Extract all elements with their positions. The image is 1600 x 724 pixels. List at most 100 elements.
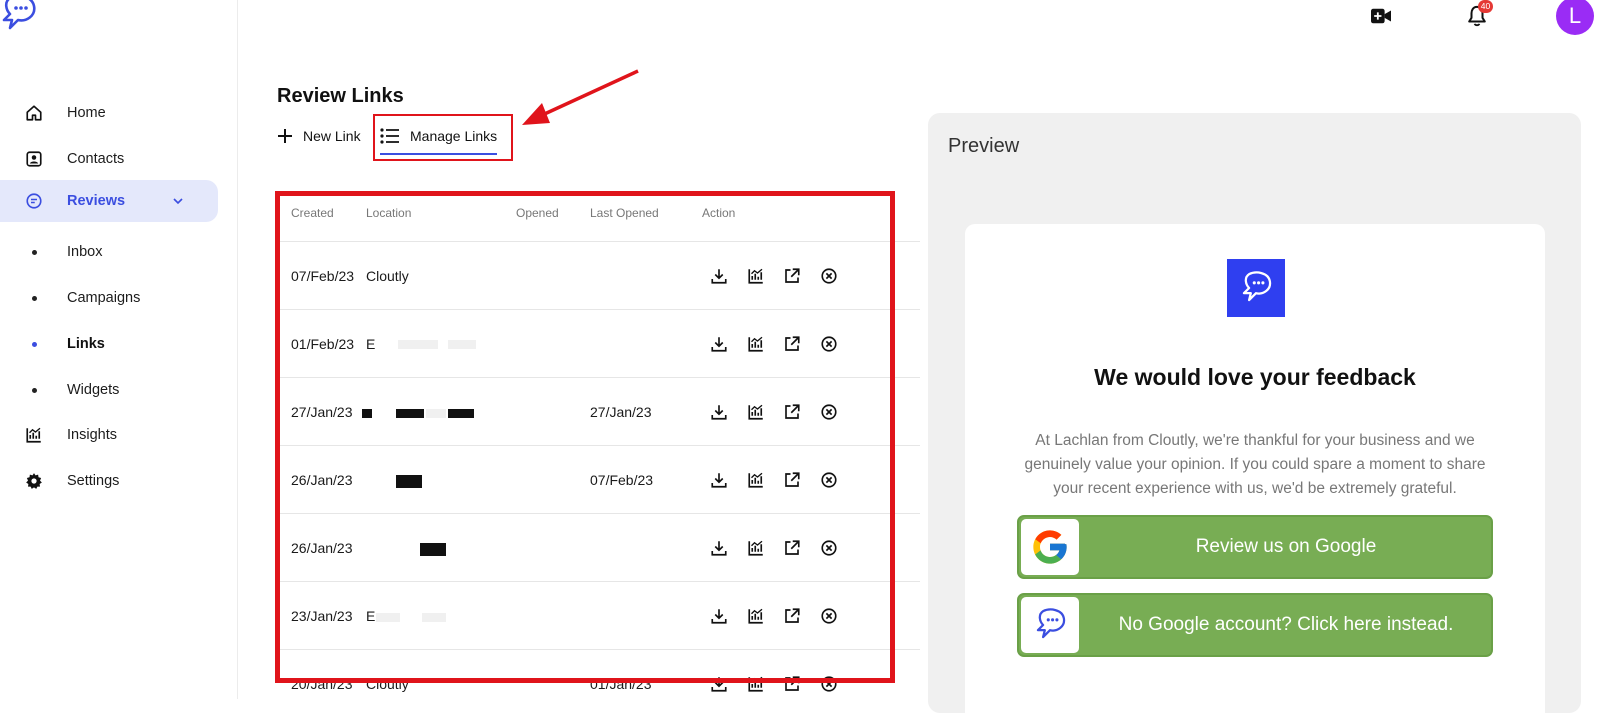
download-icon[interactable] (707, 332, 731, 356)
redacted-text (420, 543, 446, 556)
cell-location: E (366, 608, 376, 624)
sidebar-item-label: Inbox (67, 244, 103, 260)
google-logo-icon (1021, 519, 1079, 575)
table-row: 20/Jan/23 Cloutly 01/Jan/23 (280, 650, 920, 699)
delete-circle-x-icon[interactable] (817, 468, 841, 492)
no-google-account-button[interactable]: No Google account? Click here instead. (1017, 593, 1493, 657)
open-external-icon[interactable] (780, 672, 804, 696)
sidebar: Home Contacts Reviews Inbox Campaigns Li… (0, 0, 238, 699)
redacted-text (396, 475, 422, 488)
tab-new-link[interactable]: New Link (277, 120, 361, 152)
redacted-text (376, 613, 400, 622)
analytics-icon[interactable] (744, 536, 768, 560)
sidebar-item-label: Settings (67, 473, 120, 489)
redacted-text (362, 409, 372, 418)
sidebar-subitem-widgets[interactable]: Widgets (0, 372, 218, 408)
analytics-icon[interactable] (744, 332, 768, 356)
table-row: 27/Jan/23 27/Jan/23 (280, 378, 920, 446)
cloutly-logo-icon (1021, 597, 1079, 653)
preview-panel: Preview We would love your feedback At L… (928, 113, 1581, 724)
insights-chart-icon (24, 425, 44, 445)
analytics-icon[interactable] (744, 264, 768, 288)
sidebar-item-label: Reviews (67, 193, 126, 209)
delete-circle-x-icon[interactable] (817, 264, 841, 288)
avatar[interactable]: L (1556, 0, 1594, 35)
open-external-icon[interactable] (780, 332, 804, 356)
sidebar-item-contacts[interactable]: Contacts (0, 138, 218, 180)
gear-icon (24, 471, 44, 491)
open-external-icon[interactable] (780, 264, 804, 288)
sidebar-subitem-links[interactable]: Links (0, 326, 218, 362)
plus-icon (278, 129, 292, 143)
download-icon[interactable] (707, 672, 731, 696)
open-external-icon[interactable] (780, 604, 804, 628)
redacted-text (448, 340, 476, 349)
download-icon[interactable] (707, 604, 731, 628)
table-header: Created Location Opened Last Opened Acti… (280, 194, 920, 242)
cell-last-opened: 27/Jan/23 (590, 404, 652, 420)
cell-created: 07/Feb/23 (291, 268, 355, 284)
sidebar-item-label: Links (67, 336, 105, 352)
chevron-down-icon[interactable] (170, 193, 186, 209)
delete-circle-x-icon[interactable] (817, 536, 841, 560)
table-row: 26/Jan/23 (280, 514, 920, 582)
cell-last-opened: 07/Feb/23 (590, 472, 654, 488)
cell-created: 01/Feb/23 (291, 336, 355, 352)
cloutly-logo-icon[interactable] (0, 0, 40, 36)
delete-circle-x-icon[interactable] (817, 604, 841, 628)
tab-label: New Link (303, 128, 361, 144)
cell-created: 20/Jan/23 (291, 676, 353, 692)
feedback-message: At Lachlan from Cloutly, we're thankful … (1024, 432, 1486, 497)
download-icon[interactable] (707, 264, 731, 288)
open-external-icon[interactable] (780, 400, 804, 424)
open-external-icon[interactable] (780, 536, 804, 560)
contact-card-icon (24, 149, 44, 169)
sidebar-item-home[interactable]: Home (0, 92, 218, 134)
review-on-google-button[interactable]: Review us on Google (1017, 515, 1493, 579)
bullet-dot (32, 341, 37, 347)
delete-circle-x-icon[interactable] (817, 332, 841, 356)
cloutly-logo-icon (1227, 259, 1285, 317)
notification-bell-icon[interactable]: 40 (1463, 0, 1493, 30)
column-header-last-opened: Last Opened (590, 206, 659, 220)
delete-circle-x-icon[interactable] (817, 672, 841, 696)
annotation-arrow-icon (522, 69, 639, 125)
download-icon[interactable] (707, 400, 731, 424)
analytics-icon[interactable] (744, 400, 768, 424)
sidebar-item-label: Campaigns (67, 290, 141, 306)
sidebar-item-label: Widgets (67, 382, 120, 398)
download-icon[interactable] (707, 536, 731, 560)
notification-badge: 40 (1478, 0, 1493, 13)
delete-circle-x-icon[interactable] (817, 400, 841, 424)
open-external-icon[interactable] (780, 468, 804, 492)
sidebar-item-settings[interactable]: Settings (0, 460, 218, 502)
bullet-dot (32, 387, 37, 393)
cell-created: 26/Jan/23 (291, 540, 353, 556)
table-row: 26/Jan/23 07/Feb/23 (280, 446, 920, 514)
column-header-location: Location (366, 206, 412, 220)
sidebar-item-reviews[interactable]: Reviews (0, 180, 218, 222)
cell-location: Cloutly (366, 268, 409, 284)
column-header-opened: Opened (516, 206, 559, 220)
sidebar-subitem-campaigns[interactable]: Campaigns (0, 280, 218, 316)
reviews-icon (24, 191, 44, 211)
download-icon[interactable] (707, 468, 731, 492)
sidebar-item-label: Insights (67, 427, 117, 443)
analytics-icon[interactable] (744, 468, 768, 492)
annotation-highlight-box (373, 114, 513, 161)
video-camera-icon[interactable] (1367, 2, 1395, 30)
cell-location: Cloutly (366, 676, 409, 692)
redacted-text (396, 409, 424, 418)
button-label: Review us on Google (1195, 536, 1377, 557)
sidebar-item-insights[interactable]: Insights (0, 414, 218, 456)
sidebar-item-label: Contacts (67, 151, 125, 167)
table-row: 01/Feb/23 E (280, 310, 920, 378)
sidebar-subitem-inbox[interactable]: Inbox (0, 234, 218, 270)
analytics-icon[interactable] (744, 604, 768, 628)
home-icon (24, 103, 44, 123)
cell-created: 26/Jan/23 (291, 472, 353, 488)
analytics-icon[interactable] (744, 672, 768, 696)
sidebar-item-label: Home (67, 105, 106, 121)
review-links-table: Created Location Opened Last Opened Acti… (280, 194, 920, 699)
table-row: 07/Feb/23 Cloutly (280, 242, 920, 310)
